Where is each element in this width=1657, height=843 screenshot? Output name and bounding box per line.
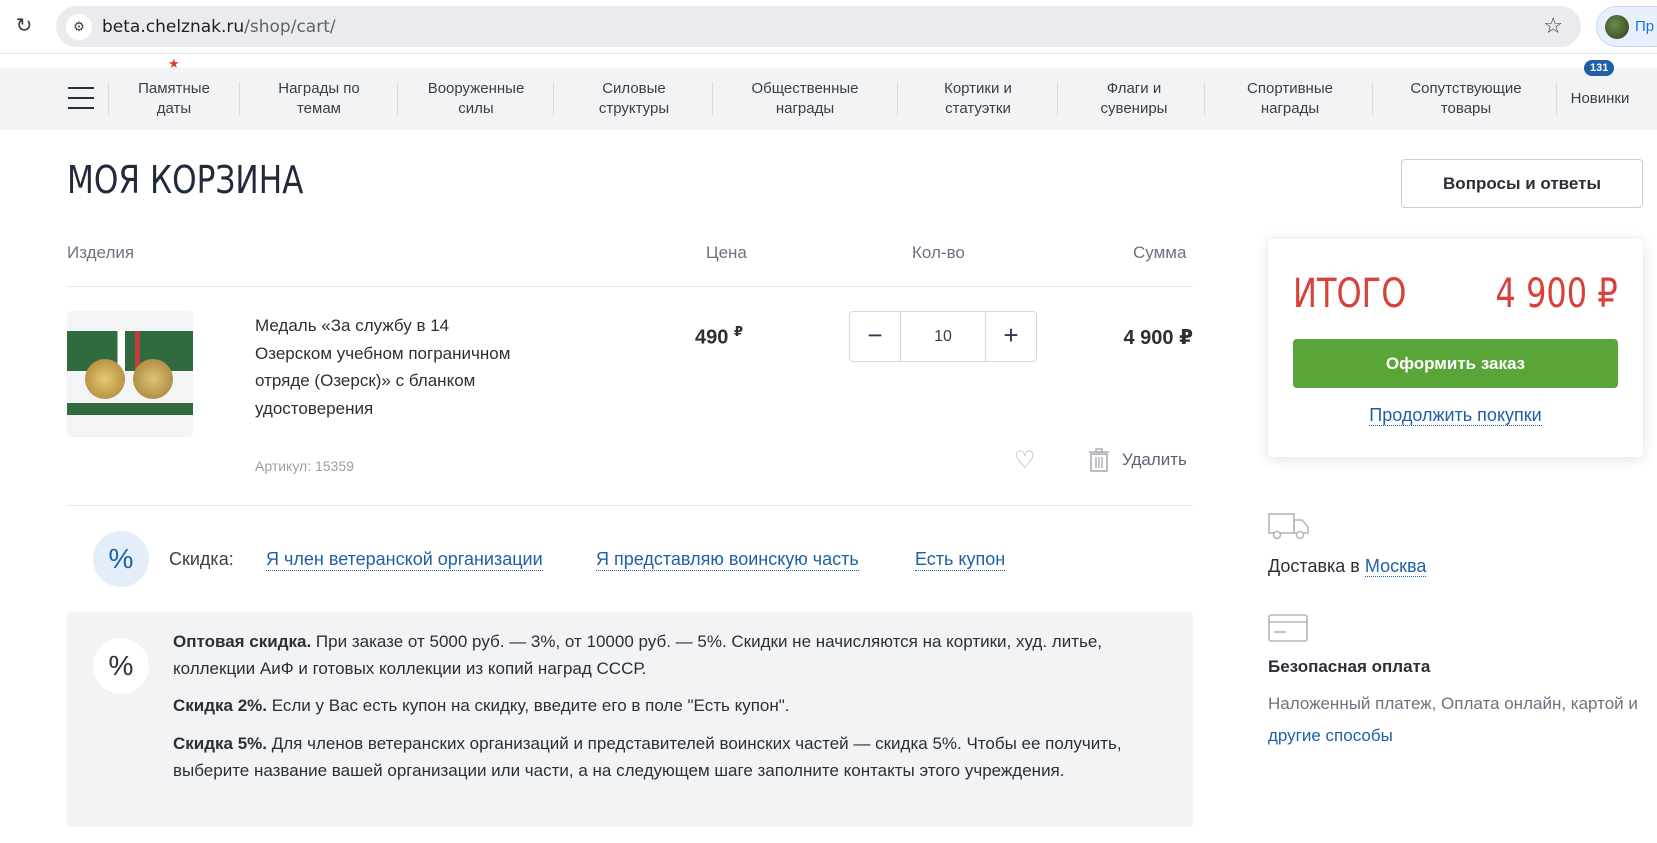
bookmark-star-icon[interactable]: ☆ bbox=[1543, 13, 1563, 39]
order-summary-card: ИТОГО 4 900 ₽ Оформить заказ Продолжить … bbox=[1268, 239, 1643, 457]
category-nav: ★ Памятные даты Награды по темам Вооруже… bbox=[0, 56, 1657, 130]
info-coupon-text: Если у Вас есть купон на скидку, введите… bbox=[267, 696, 790, 715]
delivery-prefix: Доставка в bbox=[1268, 556, 1365, 576]
credit-card-icon bbox=[1268, 614, 1308, 642]
page-title: МОЯ КОРЗИНА bbox=[67, 158, 304, 202]
info-veteran: Скидка 5%. Для членов ветеранских органи… bbox=[173, 730, 1163, 784]
product-sku: Артикул: 15359 bbox=[255, 458, 354, 474]
new-count-badge: 131 bbox=[1584, 60, 1615, 76]
truck-icon bbox=[1268, 513, 1309, 540]
star-icon: ★ bbox=[168, 56, 180, 71]
profile-label: Пр bbox=[1635, 18, 1655, 35]
other-payment-methods-link[interactable]: другие способы bbox=[1268, 726, 1393, 745]
delete-button[interactable]: Удалить bbox=[1122, 450, 1187, 470]
nav-item-awards-by-topic[interactable]: Награды по темам bbox=[264, 76, 374, 122]
quantity-stepper: − 10 + bbox=[849, 311, 1037, 362]
checkout-button[interactable]: Оформить заказ bbox=[1293, 339, 1618, 388]
menu-icon[interactable] bbox=[68, 87, 94, 109]
info-coupon-title: Скидка 2%. bbox=[173, 696, 268, 715]
nav-divider bbox=[1057, 82, 1058, 116]
line-sum: 4 900 ₽ bbox=[1123, 327, 1193, 349]
nav-item-related-goods[interactable]: Сопутствующие товары bbox=[1396, 76, 1536, 122]
quantity-input[interactable]: 10 bbox=[900, 312, 986, 361]
col-header-items: Изделия bbox=[67, 243, 135, 262]
discount-military-unit-link[interactable]: Я представляю воинскую часть bbox=[596, 549, 859, 571]
nav-divider bbox=[897, 82, 898, 116]
nav-divider bbox=[712, 82, 713, 116]
total-amount: 4 900 ₽ bbox=[1495, 271, 1618, 317]
nav-item-new[interactable]: Новинки bbox=[1568, 76, 1632, 122]
reload-icon[interactable]: ↻ bbox=[12, 14, 36, 38]
nav-item-daggers[interactable]: Кортики и статуэтки bbox=[920, 76, 1036, 122]
percent-icon: % bbox=[93, 638, 149, 694]
product-name-link[interactable]: Медаль «За службу в 14 Озерском учебном … bbox=[255, 312, 515, 422]
address-bar[interactable]: ⚙ beta.chelznak.ru/shop/cart/ ☆ bbox=[56, 6, 1581, 47]
info-wholesale-text: При заказе от 5000 руб. — 3%, от 10000 р… bbox=[173, 632, 1103, 678]
url-host: beta.chelznak.ru bbox=[102, 17, 245, 37]
col-header-qty: Кол-во bbox=[912, 243, 965, 262]
payment-text: Наложенный платеж, Оплата онлайн, картой… bbox=[1268, 688, 1648, 752]
minus-icon[interactable]: − bbox=[850, 312, 900, 361]
divider bbox=[67, 505, 1193, 506]
browser-toolbar: ↻ ⚙ beta.chelznak.ru/shop/cart/ ☆ Пр bbox=[0, 0, 1657, 54]
nav-divider bbox=[108, 82, 109, 116]
product-price: 490 ₽ bbox=[695, 324, 743, 350]
percent-icon: % bbox=[93, 531, 149, 587]
total-label: ИТОГО bbox=[1293, 271, 1407, 317]
product-image[interactable] bbox=[67, 311, 193, 437]
continue-shopping-link[interactable]: Продолжить покупки bbox=[1369, 405, 1542, 426]
info-coupon: Скидка 2%. Если у Вас есть купон на скид… bbox=[173, 692, 1163, 719]
payment-methods: Наложенный платеж, Оплата онлайн, картой… bbox=[1268, 694, 1638, 713]
nav-item-armed-forces[interactable]: Вооруженные силы bbox=[420, 76, 532, 122]
info-veteran-title: Скидка 5%. bbox=[173, 734, 268, 753]
url-path: /shop/cart/ bbox=[244, 17, 336, 37]
url-text[interactable]: beta.chelznak.ru/shop/cart/ bbox=[102, 17, 336, 37]
nav-item-flags[interactable]: Флаги и сувениры bbox=[1082, 76, 1186, 122]
info-wholesale: Оптовая скидка. При заказе от 5000 руб. … bbox=[173, 628, 1163, 682]
delivery-info: Доставка в Москва bbox=[1268, 556, 1427, 577]
info-wholesale-title: Оптовая скидка. bbox=[173, 632, 312, 651]
discount-veteran-link[interactable]: Я член ветеранской организации bbox=[266, 549, 543, 571]
trash-icon[interactable] bbox=[1089, 448, 1109, 472]
currency-sign: ₽ bbox=[733, 324, 743, 339]
divider bbox=[67, 286, 1193, 287]
heart-icon[interactable]: ♡ bbox=[1014, 446, 1036, 475]
nav-item-sport-awards[interactable]: Спортивные награды bbox=[1228, 76, 1352, 122]
nav-divider bbox=[239, 82, 240, 116]
info-veteran-text: Для членов ветеранских организаций и пре… bbox=[173, 734, 1122, 780]
site-info-icon[interactable]: ⚙ bbox=[66, 14, 92, 40]
nav-divider bbox=[1556, 82, 1557, 116]
profile-button[interactable]: Пр bbox=[1596, 6, 1657, 47]
nav-divider bbox=[1372, 82, 1373, 116]
discount-label: Скидка: bbox=[169, 549, 234, 569]
plus-icon[interactable]: + bbox=[986, 312, 1036, 361]
payment-title: Безопасная оплата bbox=[1268, 657, 1431, 676]
discount-info-box: % Оптовая скидка. При заказе от 5000 руб… bbox=[67, 612, 1193, 827]
avatar bbox=[1605, 15, 1629, 39]
nav-item-public-awards[interactable]: Общественные награды bbox=[738, 76, 872, 122]
nav-divider bbox=[1204, 82, 1205, 116]
continue-shopping: Продолжить покупки bbox=[1268, 405, 1643, 426]
discount-coupon-link[interactable]: Есть купон bbox=[915, 549, 1006, 571]
nav-item-memorable-dates[interactable]: Памятные даты bbox=[128, 76, 220, 122]
delivery-city-link[interactable]: Москва bbox=[1364, 556, 1427, 577]
nav-divider bbox=[553, 82, 554, 116]
faq-button[interactable]: Вопросы и ответы bbox=[1401, 159, 1643, 208]
col-header-price: Цена bbox=[706, 243, 747, 262]
nav-item-security-forces[interactable]: Силовые структуры bbox=[580, 76, 688, 122]
col-header-sum: Сумма bbox=[1133, 243, 1187, 262]
nav-divider bbox=[397, 82, 398, 116]
price-value: 490 bbox=[695, 326, 729, 349]
